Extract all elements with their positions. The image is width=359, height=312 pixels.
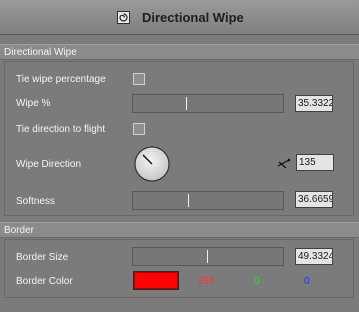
wipe-direction-knob[interactable]	[134, 146, 170, 182]
slider-thumb[interactable]	[186, 97, 187, 110]
softness-value[interactable]: 36.6659	[295, 191, 333, 208]
softness-label: Softness	[16, 196, 55, 207]
window-title: Directional Wipe	[142, 10, 244, 25]
border-color-blue-value[interactable]: 0	[304, 276, 310, 287]
directional-wipe-panel: Directional Wipe Directional Wipe Tie wi…	[0, 0, 359, 312]
flight-path-icon[interactable]	[276, 156, 292, 170]
softness-slider[interactable]	[132, 191, 284, 210]
slider-thumb[interactable]	[207, 250, 208, 263]
wipe-direction-value[interactable]: 135	[296, 154, 334, 171]
wipe-direction-label: Wipe Direction	[16, 159, 82, 170]
tie-wipe-percentage-label: Tie wipe percentage	[16, 74, 106, 85]
group-header-label: Border	[4, 225, 35, 236]
wipe-percent-slider[interactable]	[132, 94, 284, 113]
wipe-percent-label: Wipe %	[16, 98, 51, 109]
border-color-green-value[interactable]: 0	[254, 276, 260, 287]
tie-direction-label: Tie direction to flight	[16, 124, 106, 135]
border-color-swatch[interactable]	[133, 271, 179, 290]
group-header-directional-wipe[interactable]: Directional Wipe	[0, 44, 359, 60]
border-size-slider[interactable]	[132, 247, 284, 266]
border-size-label: Border Size	[16, 252, 69, 263]
tie-wipe-percentage-checkbox[interactable]	[133, 73, 145, 85]
swirl-icon	[117, 11, 130, 24]
group-header-label: Directional Wipe	[4, 47, 77, 58]
group-header-border[interactable]: Border	[0, 222, 359, 238]
wipe-percent-value[interactable]: 35.3322	[295, 95, 333, 112]
tie-direction-checkbox[interactable]	[133, 123, 145, 135]
slider-thumb[interactable]	[188, 194, 189, 207]
border-size-value[interactable]: 49.3324	[295, 248, 333, 265]
title-bar: Directional Wipe	[0, 0, 359, 35]
border-color-red-value[interactable]: 255	[198, 276, 215, 287]
border-color-label: Border Color	[16, 276, 73, 287]
